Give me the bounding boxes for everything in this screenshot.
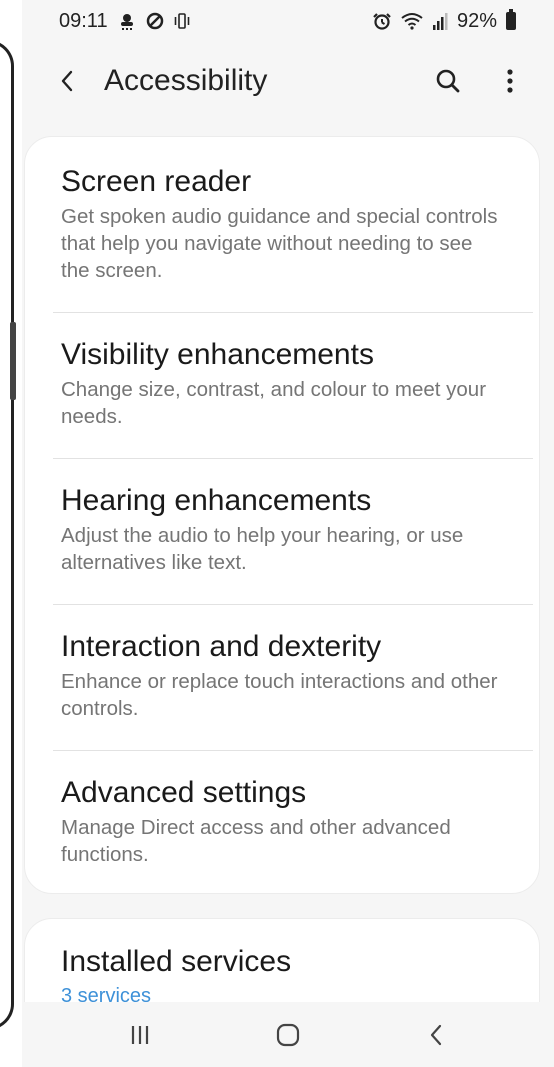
battery-icon <box>506 9 516 30</box>
recents-icon <box>131 1025 149 1044</box>
back-icon <box>430 1024 442 1045</box>
menu-item-hearing-enhancements[interactable]: Hearing enhancements Adjust the audio to… <box>25 459 539 605</box>
menu-item-description: Manage Direct access and other advanced … <box>61 816 451 866</box>
menu-item-title: Advanced settings <box>61 776 307 809</box>
page-title: Accessibility <box>104 64 268 97</box>
navigation-bar <box>22 1002 554 1067</box>
toolbar: Accessibility <box>22 50 554 112</box>
menu-item-screen-reader[interactable]: Screen reader Get spoken audio guidance … <box>25 137 539 313</box>
nav-back-button[interactable] <box>406 1010 466 1060</box>
blocked-icon <box>146 12 164 30</box>
installed-services-title: Installed services <box>61 945 292 978</box>
menu-item-title: Hearing enhancements <box>61 484 372 517</box>
menu-item-title: Visibility enhancements <box>61 338 374 371</box>
search-icon <box>436 69 460 93</box>
status-time: 09:11 <box>59 9 108 32</box>
screen: 09:11 92% Accessibility Screen reader Ge… <box>22 0 554 1067</box>
status-right: 92% <box>372 9 516 33</box>
home-button[interactable] <box>258 1010 318 1060</box>
vibrate-icon <box>173 12 191 30</box>
menu-item-visibility-enhancements[interactable]: Visibility enhancements Change size, con… <box>25 313 539 459</box>
device-frame <box>0 0 26 1067</box>
menu-item-description: Change size, contrast, and colour to mee… <box>61 378 487 428</box>
accessibility-menu-card: Screen reader Get spoken audio guidance … <box>24 136 540 894</box>
wifi-icon <box>401 12 423 30</box>
recents-button[interactable] <box>110 1010 170 1060</box>
alarm-icon <box>372 11 392 31</box>
menu-item-interaction-and-dexterity[interactable]: Interaction and dexterity Enhance or rep… <box>25 605 539 751</box>
chevron-left-icon <box>61 70 73 92</box>
menu-item-description: Get spoken audio guidance and special co… <box>61 205 498 282</box>
weather-icon <box>117 11 137 31</box>
menu-item-title: Interaction and dexterity <box>61 630 382 663</box>
status-left: 09:11 <box>59 10 191 33</box>
menu-item-title: Screen reader <box>61 165 252 198</box>
menu-item-description: Adjust the audio to help your hearing, o… <box>61 524 464 574</box>
home-icon <box>276 1023 300 1046</box>
more-vertical-icon <box>507 69 513 93</box>
battery-percent: 92% <box>456 9 497 32</box>
back-button[interactable] <box>52 61 82 101</box>
search-button[interactable] <box>428 61 468 101</box>
device-bezel <box>0 40 14 1030</box>
menu-item-installed-services[interactable]: Installed services 3 services <box>25 919 539 1008</box>
menu-item-advanced-settings[interactable]: Advanced settings Manage Direct access a… <box>25 751 539 893</box>
more-options-button[interactable] <box>490 61 530 101</box>
menu-item-description: Enhance or replace touch interactions an… <box>61 670 498 720</box>
status-bar: 09:11 92% <box>22 0 554 42</box>
signal-icon <box>432 12 448 30</box>
side-key <box>10 322 16 400</box>
